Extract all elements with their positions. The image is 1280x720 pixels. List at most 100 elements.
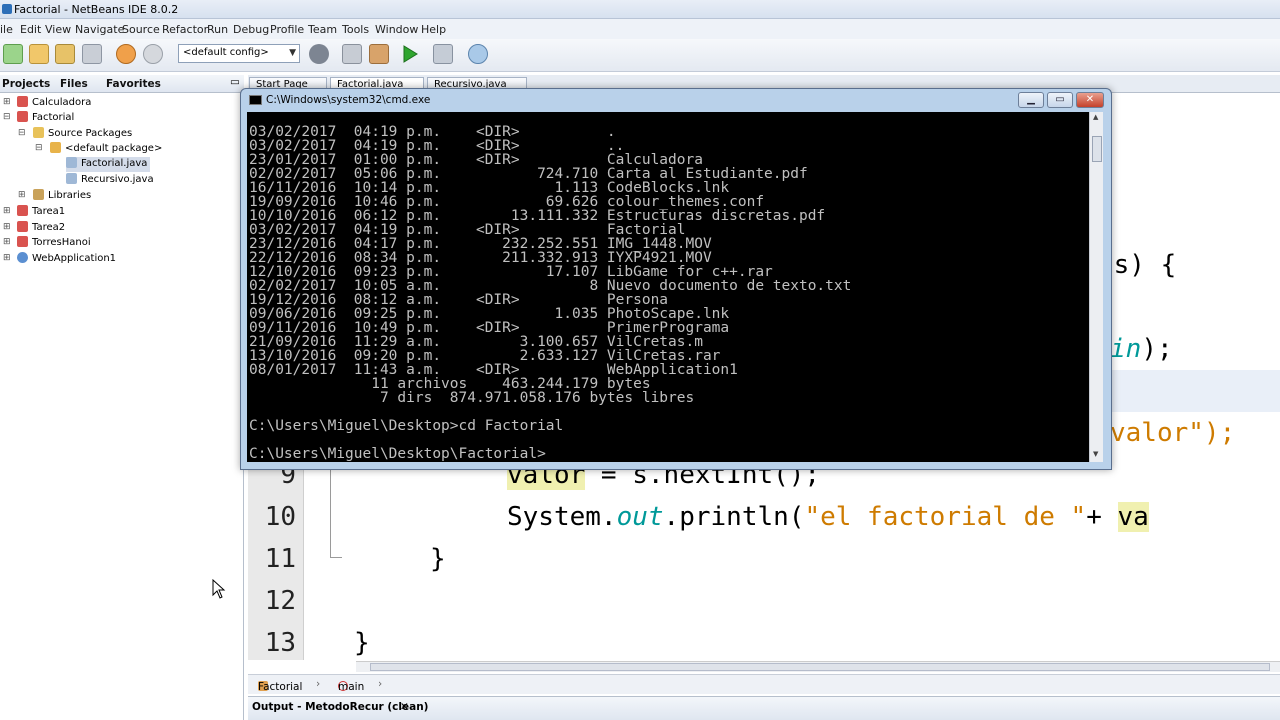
library-icon (33, 189, 44, 200)
project-icon (17, 111, 28, 122)
tree-project-calculadora[interactable]: Calculadora (17, 96, 91, 111)
expand-icon[interactable]: ⊞ (3, 97, 11, 107)
undo-icon[interactable] (116, 44, 136, 64)
code-fragment: valor"); (1110, 418, 1236, 448)
menu-debug[interactable]: Debug (233, 23, 269, 36)
tree-label: Tarea2 (32, 222, 66, 233)
redo-icon[interactable] (143, 44, 163, 64)
scrollbar-thumb[interactable] (1092, 136, 1102, 162)
menu-bar: ile Edit View Navigate Source Refactor R… (0, 19, 1280, 39)
console-line: 23/01/2017 01:00 p.m. <DIR> Calculadora (249, 152, 703, 168)
tab-favorites[interactable]: Favorites (106, 78, 161, 90)
build-hammer-icon[interactable] (342, 44, 362, 64)
open-project-icon[interactable] (55, 44, 75, 64)
tree-project-webapplication1[interactable]: WebApplication1 (17, 252, 116, 267)
tree-source-packages[interactable]: Source Packages (33, 127, 132, 142)
collapse-icon[interactable]: ⊟ (18, 128, 26, 138)
tree-file-recursivo-java[interactable]: Recursivo.java (66, 173, 154, 188)
collapse-icon[interactable]: ⊟ (3, 112, 11, 122)
menu-file[interactable]: ile (0, 23, 13, 36)
web-project-icon (17, 252, 28, 263)
menu-source[interactable]: Source (122, 23, 160, 36)
chevron-right-icon: › (316, 678, 321, 690)
menu-help[interactable]: Help (421, 23, 446, 36)
console-line: 03/02/2017 04:19 p.m. <DIR> . (249, 124, 616, 140)
scroll-up-icon[interactable]: ▲ (1093, 113, 1098, 121)
console-line: 10/10/2016 06:12 p.m. 13.111.332 Estruct… (249, 208, 826, 224)
menu-edit[interactable]: Edit (20, 23, 41, 36)
menu-window[interactable]: Window (375, 23, 418, 36)
close-icon[interactable]: ✕ (400, 701, 409, 713)
console-prompt[interactable]: C:\Users\Miguel\Desktop\Factorial> (249, 447, 546, 462)
clean-build-icon[interactable] (369, 44, 389, 64)
code-token: .println( (663, 502, 805, 532)
line-number: 11 (264, 544, 296, 574)
minimize-panel-icon[interactable]: ▭ (230, 76, 240, 88)
config-select-value: <default config> (183, 47, 269, 58)
scrollbar-thumb[interactable] (370, 663, 1270, 671)
profile-icon[interactable] (468, 44, 488, 64)
tab-projects[interactable]: Projects (2, 78, 50, 90)
expand-icon[interactable]: ⊞ (3, 222, 11, 232)
tree-label: <default package> (65, 143, 163, 154)
menu-refactor[interactable]: Refactor (162, 23, 208, 36)
cmd-icon (249, 95, 262, 105)
minimize-button[interactable]: ▁ (1018, 92, 1044, 108)
scroll-down-icon[interactable]: ▼ (1093, 450, 1098, 458)
run-icon[interactable] (400, 44, 420, 64)
java-file-icon (66, 173, 77, 184)
collapse-icon[interactable]: ⊟ (35, 143, 43, 153)
tree-default-package[interactable]: <default package> (50, 142, 162, 157)
output-panel: Output - MetodoRecur (clean) ✕ (248, 696, 1280, 720)
code-navigation-bar: Factorial › main › (248, 674, 1280, 694)
editor-horizontal-scrollbar[interactable] (356, 661, 1280, 672)
new-file-icon[interactable] (3, 44, 23, 64)
menu-view[interactable]: View (45, 23, 71, 36)
globe-icon[interactable] (309, 44, 329, 64)
menu-run[interactable]: Run (207, 23, 228, 36)
tree-label: TorresHanoi (32, 237, 91, 248)
new-project-icon[interactable] (29, 44, 49, 64)
project-icon (17, 205, 28, 216)
tree-libraries[interactable]: Libraries (33, 189, 91, 204)
console-line: 19/09/2016 10:46 p.m. 69.626 colour_them… (249, 194, 765, 210)
tree-label: Factorial.java (81, 158, 148, 169)
expand-icon[interactable]: ⊞ (3, 237, 11, 247)
line-number: 13 (264, 628, 296, 658)
code-token: in (1110, 334, 1142, 364)
window-title: Factorial - NetBeans IDE 8.0.2 (14, 3, 179, 16)
console-line: C:\Users\Miguel\Desktop>cd Factorial (249, 418, 564, 434)
chevron-down-icon: ▼ (289, 48, 296, 58)
line-number: 12 (264, 586, 296, 616)
console-line: 02/02/2017 10:05 a.m. 8 Nuevo documento … (249, 278, 852, 294)
console-vertical-scrollbar[interactable]: ▲ ▼ (1089, 112, 1103, 462)
tree-project-torreshanoi[interactable]: TorresHanoi (17, 236, 91, 251)
project-icon (17, 96, 28, 107)
debug-icon[interactable] (433, 44, 453, 64)
tree-label: Recursivo.java (81, 174, 154, 185)
expand-icon[interactable]: ⊞ (3, 253, 11, 263)
close-button[interactable]: ✕ (1076, 92, 1104, 108)
chevron-right-icon: › (378, 678, 383, 690)
console-line: 03/02/2017 04:19 p.m. <DIR> .. (249, 138, 625, 154)
menu-tools[interactable]: Tools (342, 23, 369, 36)
expand-icon[interactable]: ⊞ (18, 190, 26, 200)
tree-file-factorial-java[interactable]: Factorial.java (66, 157, 151, 172)
expand-icon[interactable]: ⊞ (3, 206, 11, 216)
left-panel-tabs: Projects Files Favorites ▭ (0, 75, 244, 93)
console-line: 21/09/2016 11:29 a.m. 3.100.657 VilCreta… (249, 334, 703, 350)
tree-project-tarea1[interactable]: Tarea1 (17, 205, 65, 220)
menu-navigate[interactable]: Navigate (75, 23, 124, 36)
console-line: 13/10/2016 09:20 p.m. 2.633.127 VilCreta… (249, 348, 721, 364)
tree-project-factorial[interactable]: Factorial (17, 111, 74, 126)
maximize-button[interactable]: ▭ (1047, 92, 1073, 108)
tree-label: Libraries (48, 190, 92, 201)
tab-files[interactable]: Files (60, 78, 88, 90)
menu-profile[interactable]: Profile (270, 23, 304, 36)
tree-project-tarea2[interactable]: Tarea2 (17, 221, 65, 236)
config-select[interactable]: <default config> ▼ (178, 44, 300, 63)
code-token: System. (507, 502, 617, 532)
menu-team[interactable]: Team (308, 23, 337, 36)
nav-class-label: Factorial (258, 681, 303, 693)
save-all-icon[interactable] (82, 44, 102, 64)
